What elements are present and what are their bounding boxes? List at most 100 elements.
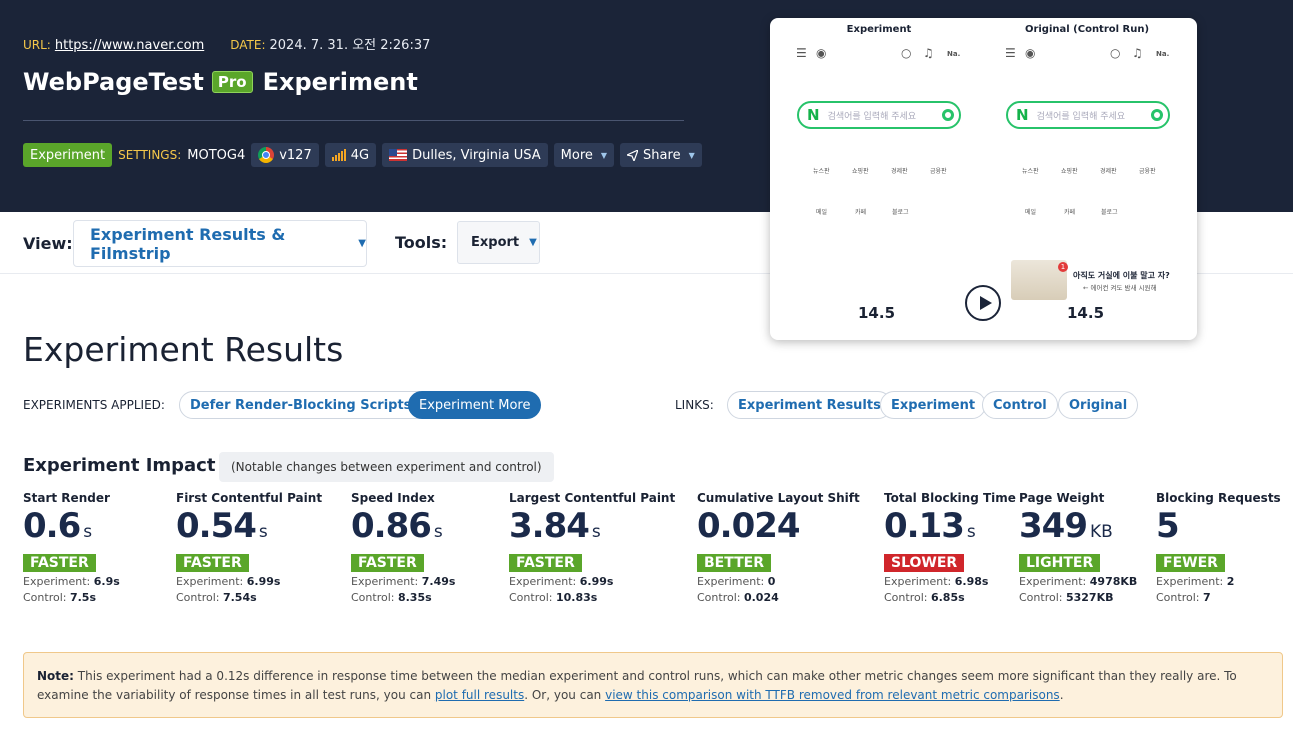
header-divider [23, 120, 684, 121]
more-button[interactable]: More ▼ [553, 143, 615, 167]
menu-item: 뉴스판 [1022, 168, 1039, 175]
menu-item: 금융판 [930, 168, 947, 175]
note-text: . [1059, 688, 1064, 702]
metric-control: Control: 6.85s [884, 591, 1016, 604]
results-heading: Experiment Results [23, 330, 344, 369]
metric-experiment: Experiment: 0 [697, 575, 860, 588]
location-pill: Dulles, Virginia USA [382, 143, 548, 167]
metric-name: Cumulative Layout Shift [697, 491, 860, 505]
naver-pay-icon: ◉ [1025, 46, 1036, 60]
url-link[interactable]: https://www.naver.com [55, 38, 204, 53]
export-select[interactable]: Export ▼ [457, 221, 540, 264]
menu-item: 금융판 [1139, 168, 1156, 175]
menu-item: 경제판 [1100, 168, 1117, 175]
experiment-dropdown-label: Defer Render-Blocking Scripts [190, 397, 412, 413]
experiment-value: 2 [1226, 575, 1235, 588]
control-frame-time: 14.5 [1067, 304, 1105, 322]
share-button[interactable]: Share ▼ [620, 143, 702, 167]
experiment-dropdown[interactable]: Defer Render-Blocking Scripts▼ [179, 391, 435, 419]
metric-badge: FEWER [1156, 554, 1225, 572]
metric-first-contentful-paint: First Contentful Paint 0.54 s FASTER Expe… [176, 491, 322, 604]
metric-badge: FASTER [351, 554, 424, 572]
view-value: Experiment Results & Filmstrip [90, 224, 286, 263]
experiment-more-button[interactable]: Experiment More [408, 391, 542, 419]
brand-logo[interactable]: WebPageTest [23, 68, 204, 96]
metric-badge: SLOWER [884, 554, 965, 572]
experiment-value: 0 [767, 575, 776, 588]
experiment-value: 6.98s [954, 575, 989, 588]
metric-badge: FASTER [509, 554, 582, 572]
naver-pay-icon: ◉ [816, 46, 827, 60]
view-label: View: [23, 234, 73, 253]
metric-page-weight: Page Weight 349 KB LIGHTER Experiment: 49… [1019, 491, 1137, 604]
link-experiment[interactable]: Experiment [880, 391, 987, 419]
us-flag-icon [389, 149, 408, 161]
metric-name: Largest Contentful Paint [509, 491, 676, 505]
experiment-label: Experiment: [23, 575, 91, 588]
connection-type: 4G [350, 147, 370, 163]
chrome-icon [258, 147, 275, 163]
browser-version: v127 [279, 147, 312, 163]
chevron-down-icon: ▼ [600, 150, 608, 160]
experiment-label: Experiment: [1019, 575, 1087, 588]
metric-unit: s [433, 522, 443, 542]
metric-experiment: Experiment: 4978KB [1019, 575, 1137, 588]
metric-value: 0.13 s [884, 506, 1016, 552]
control-value: 8.35s [397, 591, 432, 604]
page-heading: Experiment [262, 68, 418, 96]
view-select[interactable]: Experiment Results & Filmstrip ▼ [73, 220, 367, 267]
settings-row: Experiment SETTINGS: MOTOG4 v127 4G Dull… [23, 143, 702, 167]
control-value: 0.024 [743, 591, 779, 604]
control-label: Control: [1019, 591, 1063, 604]
menu-item: 카페 [1064, 209, 1076, 216]
link-original[interactable]: Original [1058, 391, 1139, 419]
metric-name: Start Render [23, 491, 110, 505]
plot-full-results-link[interactable]: plot full results [435, 688, 524, 702]
link-control[interactable]: Control [982, 391, 1058, 419]
experiment-frame-time: 14.5 [858, 304, 896, 322]
location-name: Dulles, Virginia USA [412, 147, 541, 163]
metric-start-render: Start Render 0.6 s FASTER Experiment: 6.9… [23, 491, 120, 604]
ttfb-removed-link[interactable]: view this comparison with TTFB removed f… [605, 688, 1060, 702]
link-experiment-results[interactable]: Experiment Results [727, 391, 892, 419]
note-text: . Or, you can [524, 688, 602, 702]
control-label: Control: [23, 591, 67, 604]
connection-pill: 4G [324, 143, 377, 167]
search-icon [942, 109, 954, 121]
ad-badge: 1 [1058, 262, 1068, 272]
experiment-value: 6.99s [246, 575, 281, 588]
ad-subtext: ← 에어컨 켜도 밤새 시원해 [1083, 284, 1157, 292]
control-value: 7.5s [69, 591, 97, 604]
menu-item: 경제판 [891, 168, 908, 175]
metric-experiment: Experiment: 2 [1156, 575, 1281, 588]
metric-number: 0.13 [884, 506, 965, 546]
metric-speed-index: Speed Index 0.86 s FASTER Experiment: 7.4… [351, 491, 455, 604]
control-value: 10.83s [555, 591, 598, 604]
experiment-label: Experiment: [509, 575, 577, 588]
test-meta: URL: https://www.naver.com DATE: 2024. 7. 3… [23, 34, 430, 53]
note-label: Note: [37, 669, 74, 683]
metric-blocking-requests: Blocking Requests 5 FEWER Experiment: 2 … [1156, 491, 1281, 604]
menu-item: 메일 [1025, 209, 1037, 216]
chat-icon: ○ [901, 46, 912, 60]
hamburger-icon: ☰ [1005, 46, 1016, 60]
metric-unit: KB [1089, 522, 1113, 542]
metric-value: 5 [1156, 506, 1281, 552]
naver-logo-icon: N [1016, 106, 1029, 124]
metric-value: 0.86 s [351, 506, 455, 552]
metric-experiment: Experiment: 6.98s [884, 575, 1016, 588]
play-button[interactable] [965, 285, 1001, 321]
control-label: Control: [509, 591, 553, 604]
metric-unit: s [966, 522, 976, 542]
ad-text: 아직도 거실에 이불 말고 자? [1073, 271, 1170, 280]
chevron-down-icon: ▼ [529, 237, 537, 248]
metric-experiment: Experiment: 7.49s [351, 575, 455, 588]
control-label: Control: [1156, 591, 1200, 604]
metric-number: 0.54 [176, 506, 257, 546]
device-name: MOTOG4 [187, 147, 246, 163]
experiment-label: Experiment: [697, 575, 765, 588]
menu-item: 뉴스판 [813, 168, 830, 175]
metric-name: Page Weight [1019, 491, 1105, 505]
ttfb-note: Note: This experiment had a 0.12s differ… [23, 652, 1283, 718]
metric-total-blocking-time: Total Blocking Time 0.13 s SLOWER Experim… [884, 491, 1016, 604]
